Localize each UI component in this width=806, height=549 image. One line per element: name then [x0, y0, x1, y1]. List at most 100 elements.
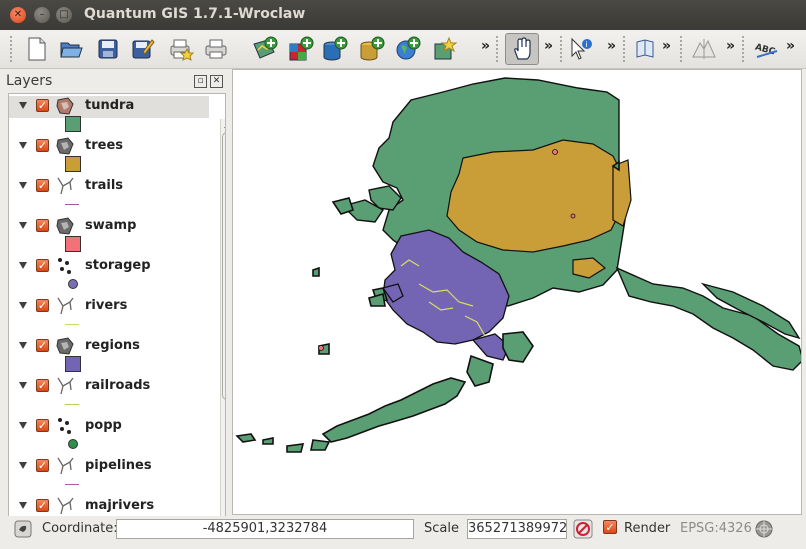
line-symbol-swatch [65, 484, 79, 485]
layer-visibility-checkbox[interactable]: ✓ [36, 219, 49, 232]
layer-visibility-checkbox[interactable]: ✓ [36, 259, 49, 272]
expand-arrow-icon[interactable] [19, 382, 27, 389]
layer-name: rivers [85, 298, 128, 313]
layer-visibility-checkbox[interactable]: ✓ [36, 379, 49, 392]
toolbar-overflow-4[interactable]: » [662, 38, 671, 54]
layer-row-railroads[interactable]: ✓ railroads [9, 376, 209, 416]
layer-visibility-checkbox[interactable]: ✓ [36, 99, 49, 112]
add-spatialite-layer-icon[interactable] [357, 34, 387, 64]
line-symbol-swatch [65, 204, 79, 205]
float-panel-button[interactable]: ▫ [194, 75, 207, 88]
toolbar-grip[interactable] [496, 36, 501, 62]
layer-visibility-checkbox[interactable]: ✓ [36, 179, 49, 192]
save-project-icon[interactable] [93, 34, 123, 64]
polygon-layer-icon [55, 96, 75, 116]
layer-visibility-checkbox[interactable]: ✓ [36, 459, 49, 472]
new-project-icon[interactable] [22, 34, 52, 64]
toolbar-overflow-5[interactable]: » [726, 38, 735, 54]
toolbar-overflow-6[interactable]: » [786, 38, 795, 54]
label-tool-icon[interactable]: ABC [752, 34, 782, 64]
layers-scrollbar[interactable] [220, 119, 225, 516]
expand-arrow-icon[interactable] [19, 342, 27, 349]
layer-row-pipelines[interactable]: ✓ pipelines [9, 456, 209, 496]
add-wms-layer-icon[interactable] [393, 34, 423, 64]
open-project-icon[interactable] [56, 34, 86, 64]
coordinate-toggle-icon[interactable] [14, 520, 32, 538]
toolbar-grip[interactable] [680, 36, 685, 62]
layer-row-trees[interactable]: ✓ trees [9, 136, 209, 176]
scroll-up-arrow[interactable] [224, 123, 225, 128]
layer-name: railroads [85, 378, 151, 393]
scale-label: Scale [424, 521, 459, 536]
expand-arrow-icon[interactable] [19, 142, 27, 149]
expand-arrow-icon[interactable] [19, 182, 27, 189]
window-title: Quantum GIS 1.7.1-Wroclaw [84, 6, 306, 22]
layer-visibility-checkbox[interactable]: ✓ [36, 499, 49, 512]
layer-row-storagep[interactable]: ✓ storagep [9, 256, 209, 296]
print-icon[interactable] [201, 34, 231, 64]
expand-arrow-icon[interactable] [19, 222, 27, 229]
save-as-icon[interactable] [128, 34, 158, 64]
layer-name: pipelines [85, 458, 152, 473]
toolbar-grip[interactable] [10, 36, 15, 62]
toolbar-overflow-3[interactable]: » [607, 38, 616, 54]
toolbar-grip[interactable] [560, 36, 565, 62]
add-raster-layer-icon[interactable] [286, 34, 316, 64]
polygon-layer-icon [55, 336, 75, 356]
layer-row-tundra[interactable]: ✓ tundra [9, 96, 209, 118]
new-bookmark-icon[interactable] [430, 34, 460, 64]
expand-arrow-icon[interactable] [19, 422, 27, 429]
pan-tool-icon[interactable] [505, 33, 539, 65]
toolbar-grip[interactable] [742, 36, 747, 62]
layer-name: popp [85, 418, 122, 433]
stop-render-icon[interactable] [573, 519, 593, 539]
layer-row-swamp[interactable]: ✓ swamp [9, 216, 209, 256]
layer-visibility-checkbox[interactable]: ✓ [36, 139, 49, 152]
render-label: Render [624, 521, 671, 536]
polygon-layer-icon [55, 216, 75, 236]
title-bar: ✕ – □ Quantum GIS 1.7.1-Wroclaw [0, 0, 806, 30]
line-layer-icon [55, 496, 75, 516]
identify-tool-icon[interactable]: i [566, 34, 596, 64]
layer-row-regions[interactable]: ✓ regions [9, 336, 209, 376]
close-window-button[interactable]: ✕ [10, 7, 26, 23]
expand-arrow-icon[interactable] [19, 262, 27, 269]
expand-arrow-icon[interactable] [19, 462, 27, 469]
toolbar-overflow-2[interactable]: » [544, 38, 553, 54]
layer-name: regions [85, 338, 140, 353]
crs-status[interactable]: EPSG:4326 [680, 521, 752, 536]
layer-visibility-checkbox[interactable]: ✓ [36, 419, 49, 432]
layer-visibility-checkbox[interactable]: ✓ [36, 299, 49, 312]
scale-field[interactable]: 3652713899722 [467, 519, 567, 539]
toolbar-overflow-1[interactable]: » [481, 38, 490, 54]
maximize-window-button[interactable]: □ [56, 7, 72, 23]
annotation-tool-icon[interactable] [689, 34, 719, 64]
measure-tool-icon[interactable] [630, 34, 660, 64]
expand-arrow-icon[interactable] [19, 102, 27, 109]
point-layer-icon [55, 256, 75, 276]
render-checkbox[interactable]: ✓ [603, 520, 617, 534]
layer-row-majrivers[interactable]: ✓ majrivers [9, 496, 209, 516]
print-composer-icon[interactable] [166, 34, 196, 64]
scroll-thumb[interactable] [222, 132, 225, 400]
minimize-window-button[interactable]: – [34, 7, 50, 23]
add-postgis-layer-icon[interactable] [320, 34, 350, 64]
main-toolbar: » » i » » » ABC » [0, 30, 806, 69]
layer-row-trails[interactable]: ✓ trails [9, 176, 209, 216]
projection-icon[interactable] [754, 519, 774, 539]
add-vector-layer-icon[interactable] [250, 34, 280, 64]
layer-visibility-checkbox[interactable]: ✓ [36, 339, 49, 352]
expand-arrow-icon[interactable] [19, 302, 27, 309]
expand-arrow-icon[interactable] [19, 502, 27, 509]
coordinate-field[interactable]: -4825901,3232784 [116, 519, 414, 539]
point-layer-icon [55, 416, 75, 436]
layer-row-rivers[interactable]: ✓ rivers [9, 296, 209, 336]
polygon-layer-icon [55, 136, 75, 156]
line-layer-icon [55, 296, 75, 316]
close-panel-button[interactable]: ✕ [210, 75, 223, 88]
polygon-symbol-swatch [65, 156, 81, 172]
layer-row-popp[interactable]: ✓ popp [9, 416, 209, 456]
map-canvas[interactable] [232, 69, 802, 515]
point-symbol-swatch [68, 439, 78, 449]
toolbar-grip[interactable] [623, 36, 628, 62]
